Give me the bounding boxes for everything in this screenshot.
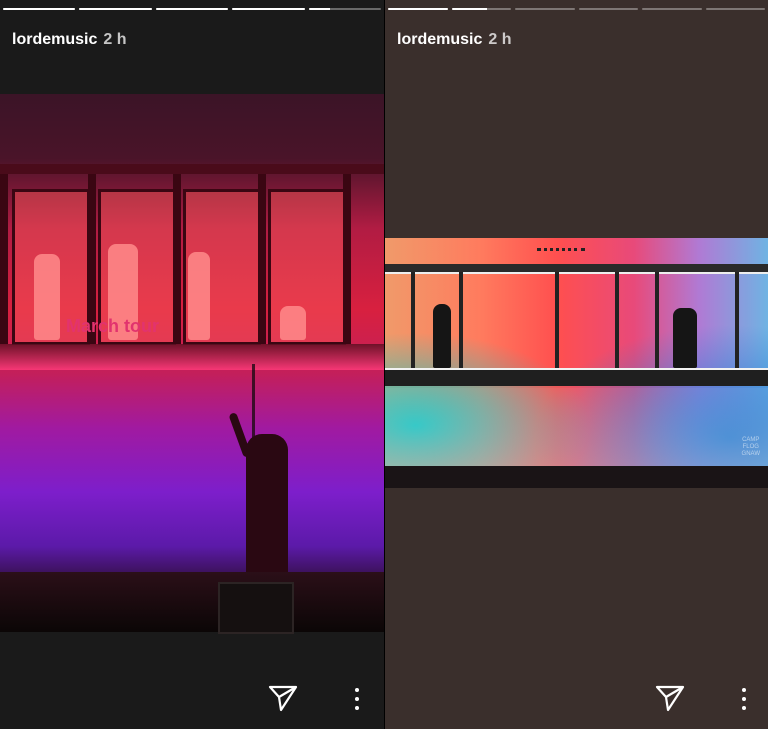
bridge-post xyxy=(735,272,739,368)
progress-segment xyxy=(388,8,448,10)
progress-segment xyxy=(515,8,575,10)
bridge-bottom-rail xyxy=(385,368,768,386)
bridge-top-rail xyxy=(385,264,768,274)
bridge-post xyxy=(615,272,619,368)
progress-segment xyxy=(642,8,702,10)
stage-floor xyxy=(0,572,384,632)
dancer-figure xyxy=(188,252,210,340)
dancer-figure xyxy=(280,306,306,340)
performer-silhouette xyxy=(433,304,451,368)
story-header: lordemusic 2 h xyxy=(12,31,126,49)
vertical-dots-icon[interactable] xyxy=(741,688,747,710)
singer-silhouette xyxy=(246,434,288,582)
stage-speaker xyxy=(218,582,294,634)
dancer-figure xyxy=(34,254,60,340)
progress-segment xyxy=(3,8,76,10)
story-time: 2 h xyxy=(488,31,512,48)
camp-flog-gnaw-logo: CAMP FLOG GNAW xyxy=(741,437,760,457)
progress-segment xyxy=(451,8,511,10)
stage-bridge xyxy=(385,264,768,386)
progress-segment xyxy=(308,8,382,10)
story-photo: CAMP FLOG GNAW xyxy=(385,238,768,488)
chandelier-prop xyxy=(537,238,585,251)
story-header: lordemusic 2 h xyxy=(397,31,511,49)
stage-haze xyxy=(385,388,768,468)
story-progress-bar xyxy=(3,8,382,11)
progress-segment xyxy=(155,8,229,10)
bridge-post xyxy=(411,272,415,368)
crowd-silhouette xyxy=(385,466,768,488)
story-panel-left[interactable]: lordemusic 2 h March tour xyxy=(0,0,384,729)
progress-segment xyxy=(705,8,765,10)
performer-silhouette xyxy=(673,308,697,368)
story-caption: March tour xyxy=(66,316,160,336)
story-time: 2 h xyxy=(103,31,127,48)
story-panel-right[interactable]: lordemusic 2 h CAMP FLOG GNAW xyxy=(385,0,768,729)
stage-rig-bottom xyxy=(0,344,384,370)
progress-segment xyxy=(578,8,638,10)
stage-rig-top xyxy=(0,164,384,174)
bridge-post xyxy=(655,272,659,368)
story-username[interactable]: lordemusic xyxy=(397,31,482,49)
progress-segment xyxy=(232,8,305,10)
story-username[interactable]: lordemusic xyxy=(12,31,97,49)
vertical-dots-icon[interactable] xyxy=(354,688,360,710)
story-progress-bar xyxy=(388,8,765,11)
paper-plane-icon[interactable] xyxy=(268,684,298,712)
bridge-post xyxy=(459,272,463,368)
stage-pillar xyxy=(0,174,8,344)
paper-plane-icon[interactable] xyxy=(655,684,685,712)
bridge-post xyxy=(555,272,559,368)
progress-segment xyxy=(79,8,152,10)
story-photo xyxy=(0,94,384,634)
